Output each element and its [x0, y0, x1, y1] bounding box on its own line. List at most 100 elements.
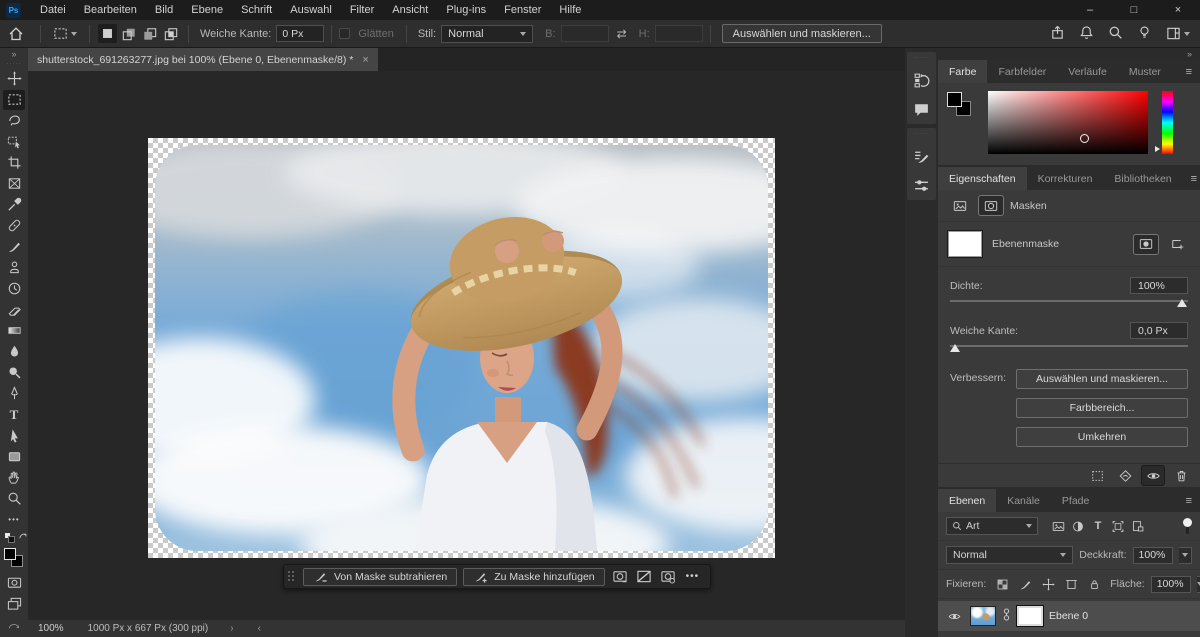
invert-button[interactable]: Umkehren — [1016, 427, 1188, 447]
rectangle-shape-tool[interactable] — [3, 447, 25, 467]
enable-mask-eye-icon[interactable] — [1142, 466, 1164, 485]
comments-panel-icon[interactable] — [912, 100, 932, 118]
apply-mask-icon[interactable] — [1114, 466, 1136, 485]
history-panel-icon[interactable] — [912, 71, 932, 89]
close-button[interactable]: × — [1156, 0, 1200, 20]
healing-brush-tool[interactable] — [3, 216, 25, 236]
pixel-layer-properties-icon[interactable] — [948, 196, 972, 215]
opacity-value[interactable]: 100% — [1133, 547, 1173, 564]
move-tool[interactable] — [3, 69, 25, 89]
hand-tool[interactable] — [3, 468, 25, 488]
layer-mask-thumbnail[interactable] — [948, 231, 982, 257]
subtract-from-mask-button[interactable]: Von Maske subtrahieren — [303, 568, 457, 586]
filter-shape-layers-icon[interactable] — [1108, 517, 1128, 535]
load-selection-from-mask-icon[interactable] — [1086, 466, 1108, 485]
notifications-bell-icon[interactable] — [1079, 25, 1094, 43]
select-and-mask-button[interactable]: Auswählen und maskieren... — [722, 24, 882, 43]
object-selection-tool[interactable] — [3, 132, 25, 152]
eraser-tool[interactable] — [3, 300, 25, 320]
lock-transparent-pixels-icon[interactable] — [992, 575, 1012, 593]
menu-filter[interactable]: Filter — [341, 0, 383, 20]
filter-pixel-layers-icon[interactable] — [1048, 517, 1068, 535]
more-options-ellipsis-icon[interactable]: ••• — [683, 571, 703, 582]
mask-settings-icon[interactable] — [659, 569, 677, 585]
add-vector-mask-icon[interactable] — [1166, 235, 1190, 254]
select-and-mask-panel-button[interactable]: Auswählen und maskieren... — [1016, 369, 1188, 389]
layer-name[interactable]: Ebene 0 — [1049, 610, 1088, 622]
mask-options-icon[interactable] — [611, 569, 629, 585]
layer-filter-toggle[interactable] — [1182, 518, 1192, 535]
screen-mode-button[interactable] — [3, 593, 25, 613]
menu-plugins[interactable]: Plug-ins — [437, 0, 495, 20]
type-tool[interactable]: T — [3, 405, 25, 425]
menu-auswahl[interactable]: Auswahl — [281, 0, 341, 20]
tab-ebenen[interactable]: Ebenen — [938, 489, 996, 512]
document-canvas[interactable] — [148, 138, 775, 558]
swap-colors-icon[interactable] — [18, 532, 28, 545]
lock-position-icon[interactable] — [1038, 575, 1058, 593]
layer-row-ebene-0[interactable]: Ebene 0 — [938, 601, 1200, 631]
mask-feather-slider-thumb[interactable] — [950, 344, 960, 352]
pen-tool[interactable] — [3, 384, 25, 404]
style-select[interactable]: Normal — [441, 25, 533, 43]
saturation-brightness-field[interactable] — [988, 91, 1148, 154]
disable-mask-icon[interactable] — [635, 569, 653, 585]
menu-schrift[interactable]: Schrift — [232, 0, 281, 20]
canvas-area[interactable]: Von Maske subtrahieren Zu Maske hinzufüg… — [28, 71, 905, 620]
foreground-color-swatch[interactable] — [947, 92, 962, 107]
foreground-background-swatches[interactable] — [4, 548, 24, 568]
home-icon[interactable] — [0, 26, 33, 42]
share-icon[interactable] — [1050, 25, 1065, 43]
blur-tool[interactable] — [3, 342, 25, 362]
panel-menu-icon[interactable]: ≡ — [1178, 60, 1200, 83]
menu-datei[interactable]: Datei — [31, 0, 75, 20]
status-chevron-icon[interactable]: › — [218, 623, 245, 634]
filter-smart-objects-icon[interactable] — [1128, 517, 1148, 535]
delete-mask-trash-icon[interactable] — [1170, 466, 1192, 485]
layer-thumbnail[interactable] — [970, 606, 996, 626]
document-tab[interactable]: shutterstock_691263277.jpg bei 100% (Ebe… — [28, 48, 378, 71]
selection-mode-add-icon[interactable] — [119, 24, 138, 43]
tab-bibliotheken[interactable]: Bibliotheken — [1103, 167, 1182, 190]
lock-image-pixels-icon[interactable] — [1015, 575, 1035, 593]
rectangular-marquee-tool[interactable] — [3, 90, 25, 110]
color-swatches[interactable] — [947, 92, 973, 118]
opacity-chevron-icon[interactable] — [1179, 547, 1192, 564]
height-input[interactable] — [655, 25, 703, 42]
menu-ebene[interactable]: Ebene — [182, 0, 232, 20]
layer-mask-link-icon[interactable] — [1002, 607, 1011, 625]
hue-slider[interactable] — [1162, 91, 1173, 154]
zoom-level[interactable]: 100% — [28, 623, 78, 634]
brush-settings-panel-icon[interactable] — [912, 147, 932, 165]
restore-button[interactable]: □ — [1112, 0, 1156, 20]
menu-fenster[interactable]: Fenster — [495, 0, 550, 20]
gradient-tool[interactable] — [3, 321, 25, 341]
workspace-switcher-icon[interactable] — [1166, 26, 1190, 41]
toolbar-drag-handle[interactable] — [288, 571, 295, 582]
toolbar-grip[interactable]: ..... — [7, 60, 22, 68]
zoom-tool[interactable] — [3, 489, 25, 509]
discover-lightbulb-icon[interactable] — [1137, 25, 1152, 43]
menu-bild[interactable]: Bild — [146, 0, 182, 20]
panel-menu-icon[interactable]: ≡ — [1183, 167, 1200, 190]
tab-close-icon[interactable]: × — [362, 54, 368, 66]
tab-pfade[interactable]: Pfade — [1051, 489, 1100, 512]
search-icon[interactable] — [1108, 25, 1123, 43]
add-to-mask-button[interactable]: Zu Maske hinzufügen — [463, 568, 604, 586]
current-tool-badge[interactable] — [48, 24, 82, 43]
path-selection-tool[interactable] — [3, 426, 25, 446]
hue-slider-marker[interactable] — [1155, 146, 1160, 152]
tab-farbe[interactable]: Farbe — [938, 60, 987, 83]
tab-verlaeufe[interactable]: Verläufe — [1057, 60, 1118, 83]
eyedropper-tool[interactable] — [3, 195, 25, 215]
layer-filter-select[interactable]: Art — [946, 517, 1038, 535]
brush-tool[interactable] — [3, 237, 25, 257]
panel-grip[interactable]: ..... — [914, 54, 929, 60]
antialias-checkbox[interactable] — [339, 28, 350, 39]
feather-input[interactable] — [276, 25, 324, 42]
clone-stamp-tool[interactable] — [3, 258, 25, 278]
color-range-button[interactable]: Farbbereich... — [1016, 398, 1188, 418]
tab-farbfelder[interactable]: Farbfelder — [987, 60, 1057, 83]
menu-hilfe[interactable]: Hilfe — [550, 0, 590, 20]
collapse-panels-icon[interactable]: » — [1187, 49, 1192, 59]
